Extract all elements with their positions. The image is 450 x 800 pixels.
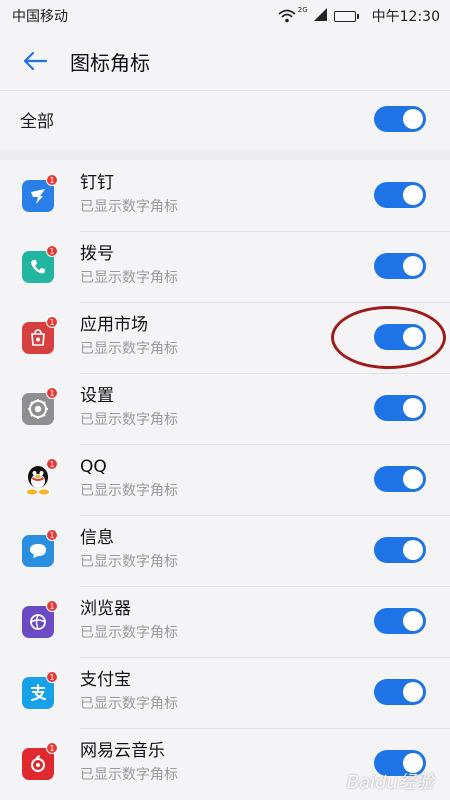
toggle-app-market[interactable] — [374, 324, 426, 350]
app-name: 钉钉 — [80, 173, 114, 193]
page-title: 图标角标 — [70, 50, 150, 75]
app-subtitle: 已显示数字角标 — [80, 696, 178, 712]
app-row-dialer: 1 拨号 已显示数字角标 — [0, 231, 450, 302]
app-subtitle: 已显示数字角标 — [80, 199, 178, 215]
app-subtitle: 已显示数字角标 — [80, 554, 178, 570]
app-badge: 1 — [46, 174, 58, 186]
app-badge: 1 — [46, 600, 58, 612]
app-name: 信息 — [80, 528, 114, 548]
baidu-watermark: Baidu经验 — [346, 772, 434, 793]
toggle-dialer[interactable] — [374, 253, 426, 279]
all-toggle-switch[interactable] — [374, 106, 426, 132]
section-gap — [0, 150, 450, 160]
toggle-settings[interactable] — [374, 395, 426, 421]
app-row-app-market: 1 应用市场 已显示数字角标 — [0, 302, 450, 373]
title-bar: 图标角标 — [0, 32, 450, 90]
app-badge: 1 — [46, 458, 58, 470]
app-subtitle: 已显示数字角标 — [80, 483, 178, 499]
wifi-icon — [278, 9, 296, 23]
clock: 中午12:30 — [371, 9, 440, 25]
app-row-qq: 1 QQ 已显示数字角标 — [0, 444, 450, 515]
app-row-alipay: 1 支付宝 已显示数字角标 — [0, 657, 450, 728]
app-name: QQ — [80, 457, 107, 477]
app-name: 设置 — [80, 386, 114, 406]
app-name: 应用市场 — [80, 315, 148, 335]
app-row-dingtalk: 1 钉钉 已显示数字角标 — [0, 160, 450, 231]
app-name: 支付宝 — [80, 670, 131, 690]
toggle-qq[interactable] — [374, 466, 426, 492]
app-badge: 1 — [46, 387, 58, 399]
app-badge: 1 — [46, 529, 58, 541]
toggle-messages[interactable] — [374, 537, 426, 563]
network-type: 2G — [297, 5, 308, 14]
app-subtitle: 已显示数字角标 — [80, 412, 178, 428]
app-badge: 1 — [46, 316, 58, 328]
app-name: 网易云音乐 — [80, 741, 165, 761]
signal-icon — [313, 7, 328, 25]
toggle-alipay[interactable] — [374, 679, 426, 705]
status-bar: 中国移动 2G 中午12:30 — [0, 0, 450, 32]
app-row-messages: 1 信息 已显示数字角标 — [0, 515, 450, 586]
battery-icon — [333, 10, 359, 22]
app-name: 拨号 — [80, 244, 114, 264]
app-subtitle: 已显示数字角标 — [80, 341, 178, 357]
app-subtitle: 已显示数字角标 — [80, 625, 178, 641]
toggle-browser[interactable] — [374, 608, 426, 634]
app-row-browser: 1 浏览器 已显示数字角标 — [0, 586, 450, 657]
app-badge: 1 — [46, 671, 58, 683]
app-subtitle: 已显示数字角标 — [80, 270, 178, 286]
status-icons: 2G 中午12:30 — [278, 6, 440, 26]
app-badge: 1 — [46, 245, 58, 257]
all-badges-row: 全部 — [0, 90, 450, 148]
app-row-settings: 1 设置 已显示数字角标 — [0, 373, 450, 444]
arrow-left-icon — [23, 51, 47, 71]
app-badge: 1 — [46, 742, 58, 754]
back-button[interactable] — [0, 32, 70, 90]
app-subtitle: 已显示数字角标 — [80, 767, 178, 783]
app-name: 浏览器 — [80, 599, 131, 619]
carrier-name: 中国移动 — [12, 9, 68, 25]
toggle-dingtalk[interactable] — [374, 182, 426, 208]
